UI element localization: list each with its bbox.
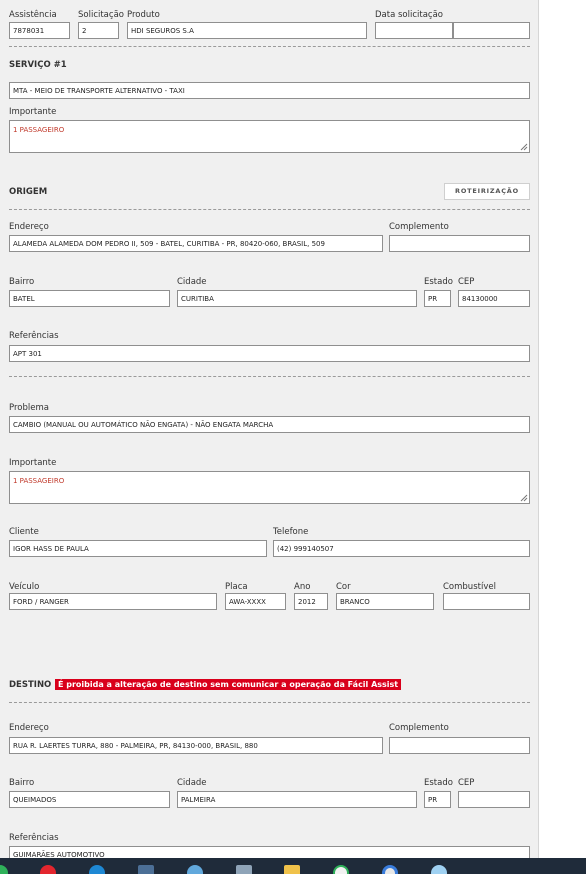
calculator-icon[interactable]	[138, 865, 154, 874]
placa-field[interactable]: AWA-XXXX	[225, 593, 286, 610]
destino-estado-label: Estado	[424, 778, 453, 788]
servico-title: SERVIÇO #1	[9, 60, 67, 70]
cliente-label: Cliente	[9, 527, 39, 537]
destino-title: DESTINO	[9, 680, 52, 690]
service-form-panel: Assistência 7878031 Solicitação 2 Produt…	[0, 0, 539, 858]
telefone-label: Telefone	[273, 527, 309, 537]
edge-icon[interactable]	[89, 865, 105, 874]
destino-endereco-label: Endereço	[9, 723, 49, 733]
chrome-icon[interactable]	[0, 865, 8, 874]
produto-label: Produto	[127, 10, 160, 20]
origem-referencias-label: Referências	[9, 331, 59, 341]
cor-field[interactable]: BRANCO	[336, 593, 434, 610]
destino-bairro-label: Bairro	[9, 778, 35, 788]
problema-importante-label: Importante	[9, 458, 57, 468]
combustivel-field[interactable]	[443, 593, 530, 610]
folder-icon[interactable]	[284, 865, 300, 874]
problema-label: Problema	[9, 403, 49, 413]
destino-bairro-field[interactable]: QUEIMADOS	[9, 791, 170, 808]
solicitacao-field[interactable]: 2	[78, 22, 119, 39]
chrome-alt-icon[interactable]	[382, 865, 398, 874]
combustivel-label: Combustível	[443, 582, 496, 592]
produto-field[interactable]: HDI SEGUROS S.A	[127, 22, 367, 39]
assistencia-label: Assistência	[9, 10, 57, 20]
problema-importante-text: 1 PASSAGEIRO	[13, 477, 65, 485]
destino-warning-badge: É proibida a alteração de destino sem co…	[55, 679, 402, 690]
origem-estado-label: Estado	[424, 277, 453, 287]
data-solicitacao-time-field[interactable]	[453, 22, 530, 39]
section-divider	[9, 46, 530, 47]
resize-grip-icon[interactable]	[520, 494, 528, 502]
origem-cep-field[interactable]: 84130000	[458, 290, 530, 307]
section-divider	[9, 209, 530, 210]
opera-icon[interactable]	[40, 865, 56, 874]
roteirizacao-button[interactable]: ROTEIRIZAÇÃO	[444, 183, 530, 200]
cor-label: Cor	[336, 582, 351, 592]
origem-estado-field[interactable]: PR	[424, 290, 451, 307]
ano-field[interactable]: 2012	[294, 593, 328, 610]
destino-referencias-field[interactable]: GUIMARÃES AUTOMOTIVO	[9, 846, 530, 858]
origem-endereco-field[interactable]: ALAMEDA ALAMEDA DOM PEDRO II, 509 - BATE…	[9, 235, 383, 252]
browser-icon[interactable]	[187, 865, 203, 874]
servico-importante-textarea[interactable]: 1 PASSAGEIRO	[9, 120, 530, 153]
origem-cep-label: CEP	[458, 277, 475, 287]
veiculo-field[interactable]: FORD / RANGER	[9, 593, 217, 610]
destino-cep-label: CEP	[458, 778, 475, 788]
resize-grip-icon[interactable]	[520, 143, 528, 151]
destino-cep-field[interactable]	[458, 791, 530, 808]
destino-estado-field[interactable]: PR	[424, 791, 451, 808]
servico-importante-text: 1 PASSAGEIRO	[13, 126, 65, 134]
section-divider	[9, 376, 530, 377]
origem-referencias-field[interactable]: APT 301	[9, 345, 530, 362]
data-solicitacao-date-field[interactable]	[375, 22, 453, 39]
origem-bairro-field[interactable]: BATEL	[9, 290, 170, 307]
servico-field[interactable]: MTA - MEIO DE TRANSPORTE ALTERNATIVO - T…	[9, 82, 530, 99]
origem-endereco-label: Endereço	[9, 222, 49, 232]
solicitacao-label: Solicitação	[78, 10, 124, 20]
problema-field[interactable]: CAMBIO (MANUAL OU AUTOMÁTICO NÃO ENGATA)…	[9, 416, 530, 433]
origem-cidade-label: Cidade	[177, 277, 207, 287]
destino-complemento-field[interactable]	[389, 737, 530, 754]
destino-cidade-label: Cidade	[177, 778, 207, 788]
origem-bairro-label: Bairro	[9, 277, 35, 287]
section-divider	[9, 702, 530, 703]
veiculo-label: Veículo	[9, 582, 40, 592]
globe-icon[interactable]	[431, 865, 447, 874]
origem-cidade-field[interactable]: CURITIBA	[177, 290, 417, 307]
taskbar	[0, 858, 586, 874]
destino-referencias-label: Referências	[9, 833, 59, 843]
cliente-field[interactable]: IGOR HASS DE PAULA	[9, 540, 267, 557]
notes-icon[interactable]	[236, 865, 252, 874]
destino-endereco-field[interactable]: RUA R. LAERTES TURRA, 880 - PALMEIRA, PR…	[9, 737, 383, 754]
origem-complemento-field[interactable]	[389, 235, 530, 252]
ano-label: Ano	[294, 582, 311, 592]
destino-cidade-field[interactable]: PALMEIRA	[177, 791, 417, 808]
origem-complemento-label: Complemento	[389, 222, 449, 232]
placa-label: Placa	[225, 582, 248, 592]
origem-title: ORIGEM	[9, 187, 48, 197]
assistencia-field[interactable]: 7878031	[9, 22, 70, 39]
telefone-field[interactable]: (42) 999140507	[273, 540, 530, 557]
problema-importante-textarea[interactable]: 1 PASSAGEIRO	[9, 471, 530, 504]
data-solicitacao-label: Data solicitação	[375, 10, 444, 20]
destino-complemento-label: Complemento	[389, 723, 449, 733]
whatsapp-icon[interactable]	[333, 865, 349, 874]
servico-importante-label: Importante	[9, 107, 57, 117]
